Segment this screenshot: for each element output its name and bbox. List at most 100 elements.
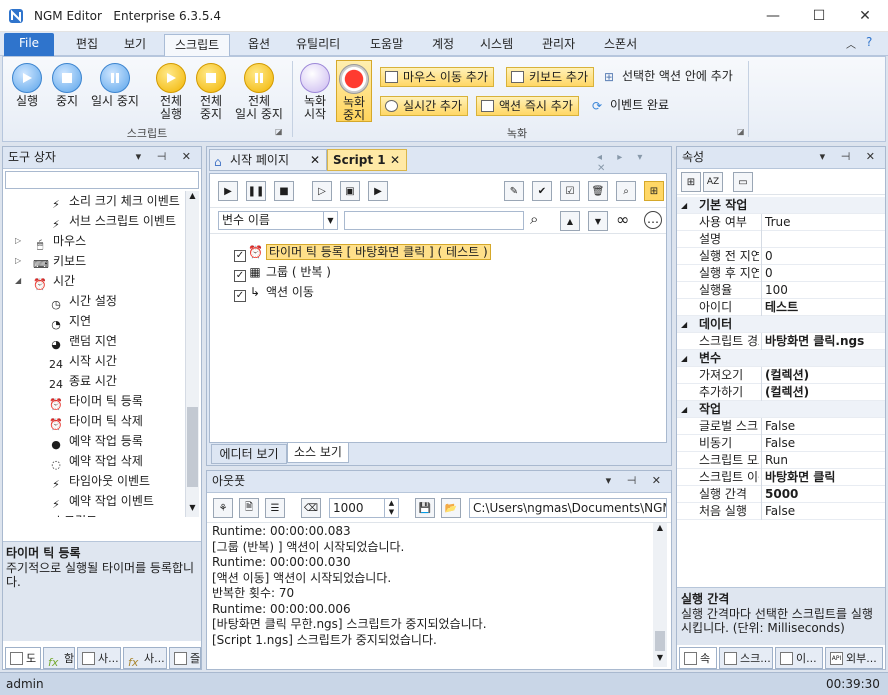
property-row[interactable]: 추가하기 (컬렉션) bbox=[677, 384, 885, 401]
chevron-up-icon[interactable]: ▲ bbox=[560, 211, 580, 231]
document-search-icon[interactable]: 🗎 bbox=[239, 498, 259, 518]
property-pages-icon[interactable]: ▭ bbox=[733, 172, 753, 192]
categorized-icon[interactable]: ⊞ bbox=[681, 172, 701, 192]
tab-functions[interactable]: fx 함 bbox=[43, 647, 75, 669]
tab-help[interactable]: 도움말 bbox=[360, 34, 413, 56]
property-row[interactable]: 실행 간격 5000 bbox=[677, 486, 885, 503]
dialog-launcher-icon[interactable]: ◪ bbox=[275, 127, 283, 136]
toolbox-item[interactable]: ⚡ 타임아웃 이벤트 bbox=[3, 471, 150, 491]
toolbox-item[interactable]: ⏰ 타이머 틱 등록 bbox=[3, 391, 143, 411]
column-divider[interactable] bbox=[761, 486, 762, 503]
property-value[interactable]: 테스트 bbox=[765, 299, 798, 316]
panel-controls[interactable]: ▾ ⊣ ✕ bbox=[606, 474, 667, 487]
property-row[interactable]: 글로벌 스크립트 False bbox=[677, 418, 885, 435]
property-value[interactable]: True bbox=[765, 214, 791, 231]
action-item[interactable]: ✓ ↳ 액션 이동 bbox=[234, 284, 314, 302]
column-divider[interactable] bbox=[761, 214, 762, 231]
expander-icon[interactable]: ▷ bbox=[15, 251, 21, 271]
variable-search-input[interactable] bbox=[344, 211, 524, 230]
action-item[interactable]: ✓ ⏰ 타이머 틱 등록 [ 바탕화면 클릭 ] ( 테스트 ) bbox=[234, 244, 491, 262]
chevron-down-icon[interactable]: ▼ bbox=[323, 212, 337, 229]
action-checkbox[interactable]: ✓ bbox=[234, 290, 246, 302]
delete-icon[interactable]: 🗑 bbox=[588, 181, 608, 201]
column-divider[interactable] bbox=[761, 469, 762, 486]
tab-properties[interactable]: 속 bbox=[679, 647, 717, 669]
panel-controls[interactable]: ▾ ⊣ ✕ bbox=[820, 150, 881, 163]
property-category[interactable]: ◢ 변수 bbox=[677, 350, 885, 367]
tab-images[interactable]: 이... bbox=[775, 647, 823, 669]
collapse-icon[interactable]: ◢ bbox=[681, 350, 687, 367]
event-done-button[interactable]: ⟳ 이벤트 완료 bbox=[590, 96, 669, 116]
run-all-button[interactable]: 전체 실행 bbox=[151, 63, 191, 121]
variable-select[interactable]: 변수 이름 ▼ bbox=[218, 211, 338, 230]
help-icon[interactable]: ? bbox=[866, 35, 872, 49]
toolbox-item[interactable]: ⏰ 타이머 틱 삭제 bbox=[3, 411, 143, 431]
tab-system[interactable]: 시스템 bbox=[470, 34, 523, 56]
collapse-icon[interactable]: ◢ bbox=[681, 197, 687, 214]
column-divider[interactable] bbox=[761, 231, 762, 248]
property-value[interactable]: (컬렉션) bbox=[765, 384, 809, 401]
property-row[interactable]: 사용 여부 True bbox=[677, 214, 885, 231]
property-value[interactable]: 5000 bbox=[765, 486, 798, 503]
property-category[interactable]: ◢ 기본 작업 bbox=[677, 197, 885, 214]
scroll-down-icon[interactable]: ▼ bbox=[186, 503, 199, 517]
column-divider[interactable] bbox=[761, 299, 762, 316]
property-row[interactable]: 비동기 False bbox=[677, 435, 885, 452]
toolbox-item[interactable]: ▷ 🖱 마우스 bbox=[3, 231, 86, 251]
close-tab-icon[interactable]: ✕ bbox=[310, 150, 320, 170]
scroll-up-icon[interactable]: ▲ bbox=[186, 191, 199, 205]
output-scrollbar[interactable]: ▲ ▼ bbox=[653, 523, 667, 667]
pause-button[interactable]: 일시 중지 bbox=[87, 63, 143, 108]
column-divider[interactable] bbox=[761, 384, 762, 401]
expander-icon[interactable]: ▷ bbox=[15, 511, 21, 517]
interval-stepper[interactable]: 1000 ▲ ▼ bbox=[329, 498, 399, 518]
infinity-icon[interactable]: ∞ bbox=[616, 210, 629, 229]
step-into-icon[interactable]: ▣ bbox=[340, 181, 360, 201]
record-start-button[interactable]: 녹화 시작 bbox=[297, 63, 333, 121]
check-icon[interactable]: ✔ bbox=[532, 181, 552, 201]
close-tab-icon[interactable]: ✕ bbox=[390, 150, 400, 170]
tab-account[interactable]: 계정 bbox=[422, 34, 464, 56]
maximize-button[interactable]: ☐ bbox=[796, 0, 842, 32]
toolbox-item[interactable]: ◔ 지연 bbox=[3, 311, 91, 331]
eraser-icon[interactable]: ⌫ bbox=[301, 498, 321, 518]
add-keyboard-button[interactable]: 키보드 추가 bbox=[506, 67, 595, 87]
property-row[interactable]: 가져오기 (컬렉션) bbox=[677, 367, 885, 384]
action-item[interactable]: ✓ ▦ 그룹 ( 반복 ) bbox=[234, 264, 331, 282]
property-value[interactable]: (컬렉션) bbox=[765, 367, 809, 384]
step-icon[interactable]: ▷ bbox=[312, 181, 332, 201]
property-row[interactable]: 처음 실행 False bbox=[677, 503, 885, 520]
check-outline-icon[interactable]: ☑ bbox=[560, 181, 580, 201]
column-divider[interactable] bbox=[761, 503, 762, 520]
scroll-thumb[interactable] bbox=[187, 407, 198, 487]
tab-favorites[interactable]: 즐 bbox=[169, 647, 201, 669]
column-divider[interactable] bbox=[761, 367, 762, 384]
column-divider[interactable] bbox=[761, 248, 762, 265]
expander-icon[interactable]: ▷ bbox=[15, 231, 21, 251]
record-stop-button[interactable]: 녹화 중지 bbox=[336, 60, 372, 122]
property-row[interactable]: 설명 bbox=[677, 231, 885, 248]
property-row[interactable]: 스크립트 경로 바탕화면 클릭.ngs bbox=[677, 333, 885, 350]
sort-alpha-icon[interactable]: AZ bbox=[703, 172, 723, 192]
property-row[interactable]: 실행율 100 bbox=[677, 282, 885, 299]
tab-scripts[interactable]: 스크... bbox=[719, 647, 773, 669]
pause-icon[interactable]: ❚❚ bbox=[246, 181, 266, 201]
tab-start-page[interactable]: ⌂ 시작 페이지 ✕ bbox=[209, 149, 327, 171]
toolbox-item[interactable]: 24 종료 시간 bbox=[3, 371, 117, 391]
tab-source-view[interactable]: 소스 보기 bbox=[287, 443, 349, 463]
toolbox-scrollbar[interactable]: ▲ ▼ bbox=[185, 191, 199, 517]
tab-file[interactable]: File bbox=[4, 33, 54, 56]
property-row[interactable]: 실행 전 지연 0 bbox=[677, 248, 885, 265]
tab-user[interactable]: 사... bbox=[77, 647, 121, 669]
collapse-ribbon-icon[interactable]: ︿ bbox=[846, 36, 856, 51]
property-value[interactable]: 0 bbox=[765, 265, 773, 282]
toolbox-item[interactable]: ◢ ⏰ 시간 bbox=[3, 271, 75, 291]
column-divider[interactable] bbox=[761, 452, 762, 469]
add-mouse-move-button[interactable]: 마우스 이동 추가 bbox=[380, 67, 494, 87]
property-category[interactable]: ◢ 데이터 bbox=[677, 316, 885, 333]
column-divider[interactable] bbox=[761, 418, 762, 435]
toolbox-search-input[interactable] bbox=[5, 171, 199, 189]
search-icon[interactable]: ⌕ bbox=[616, 181, 636, 201]
pause-all-button[interactable]: 전체 일시 중지 bbox=[231, 63, 287, 121]
tab-admin[interactable]: 관리자 bbox=[532, 34, 585, 56]
